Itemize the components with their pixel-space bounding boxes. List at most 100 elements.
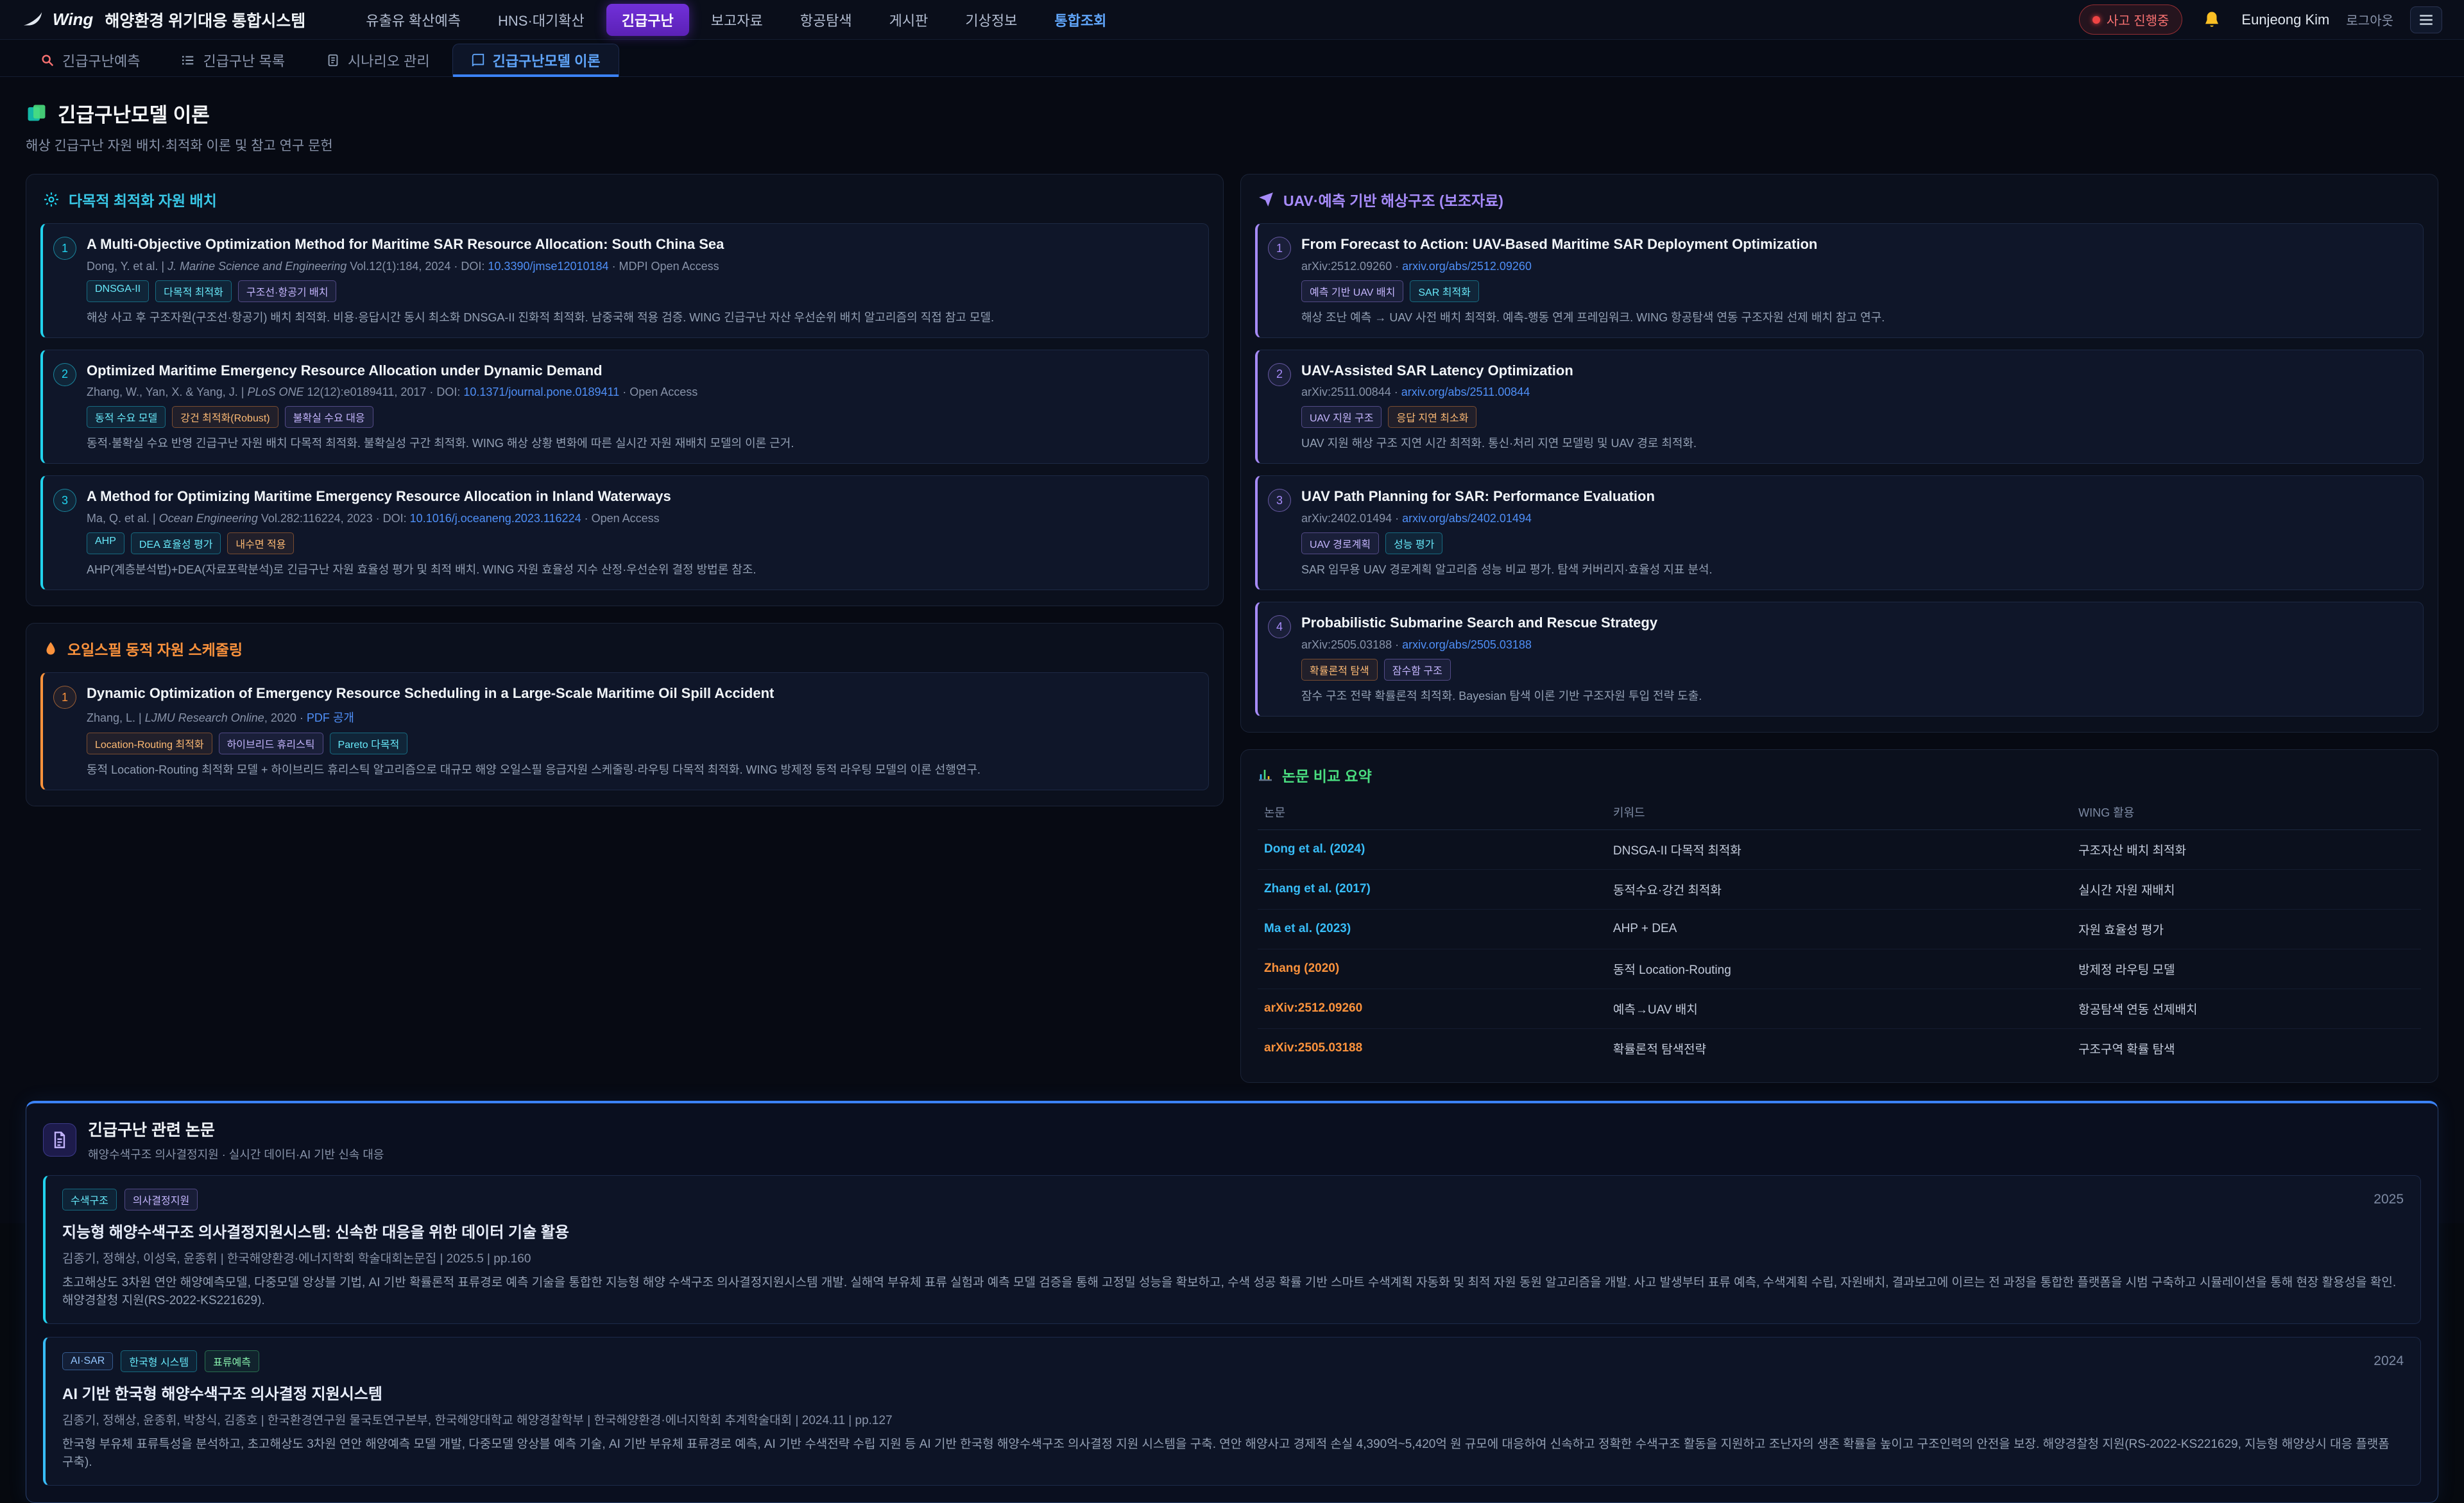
paper-tag: UAV 경로계획 xyxy=(1301,532,1379,554)
paper-card-arxiv-2512: 1 From Forecast to Action: UAV-Based Mar… xyxy=(1255,223,2424,338)
table-row: Zhang et al. (2017) 동적수요·강건 최적화 실시간 자원 재… xyxy=(1258,869,2421,909)
top-navbar: Wing 해양환경 위기대응 통합시스템 유출유 확산예측 HNS·대기확산 긴… xyxy=(0,0,2464,40)
user-name: Eunjeong Kim xyxy=(2241,12,2329,28)
paper-link[interactable]: Dong et al. (2024) xyxy=(1264,842,1365,856)
usage-cell: 구조자산 배치 최적화 xyxy=(2072,829,2421,869)
paper-tag: 동적 수요 모델 xyxy=(87,406,166,428)
page-header: 긴급구난모델 이론 해상 긴급구난 자원 배치·최적화 이론 및 참고 연구 문… xyxy=(0,77,2464,158)
gear-icon xyxy=(43,191,60,208)
nav-item-oil-spill[interactable]: 유출유 확산예측 xyxy=(350,4,476,36)
panel-uav-header: UAV·예측 기반 해상구조 (보조자료) xyxy=(1241,174,2438,219)
doi-link[interactable]: 10.3390/jmse12010184 xyxy=(488,260,608,273)
tag-row: UAV 지원 구조 응답 지연 최소화 xyxy=(1301,406,1697,428)
page-title: 긴급구난모델 이론 xyxy=(58,99,210,128)
nav-item-reports[interactable]: 보고자료 xyxy=(696,4,778,36)
tab-rescue-prediction[interactable]: 긴급구난예측 xyxy=(22,44,158,76)
comparison-table-wrap: 논문 키워드 WING 활용 Dong et al. (2024) DNSGA-… xyxy=(1241,795,2438,1082)
tab-label: 긴급구난모델 이론 xyxy=(493,50,601,71)
paper-meta-tail: · Open Access xyxy=(619,386,697,398)
paper-number-badge: 1 xyxy=(1268,237,1291,260)
panel-oil-spill-header: 오일스필 동적 자원 스케줄링 xyxy=(26,624,1223,668)
paper-meta: arXiv:2505.03188 · arxiv.org/abs/2505.03… xyxy=(1301,638,1702,652)
doi-link[interactable]: 10.1371/journal.pone.0189411 xyxy=(463,386,619,398)
paper-authors: Ma, Q. et al. | xyxy=(87,512,159,525)
arxiv-link[interactable]: arxiv.org/abs/2511.00844 xyxy=(1401,386,1530,398)
hamburger-menu-button[interactable] xyxy=(2410,6,2442,33)
panel-multi-objective: 다목적 최적화 자원 배치 1 A Multi-Objective Optimi… xyxy=(26,174,1224,606)
paper-title: A Method for Optimizing Maritime Emergen… xyxy=(87,488,756,506)
paper-venue: LJMU Research Online xyxy=(145,711,264,724)
paper-number-badge: 3 xyxy=(1268,489,1291,512)
nav-item-hns[interactable]: HNS·대기확산 xyxy=(483,4,600,36)
tab-scenario-management[interactable]: 시나리오 관리 xyxy=(307,44,449,76)
paper-tag: 표류예측 xyxy=(205,1350,259,1372)
clipboard-icon xyxy=(326,53,340,67)
paper-tag: 잠수함 구조 xyxy=(1384,659,1451,681)
paper-authors: 김종기, 정해상, 이성욱, 윤종휘 | 한국해양환경·에너지학회 학술대회논문… xyxy=(62,1249,2404,1266)
paper-tag: 확률론적 탐색 xyxy=(1301,659,1378,681)
nav-item-aerial-search[interactable]: 항공탐색 xyxy=(785,4,868,36)
panel-uav-sar: UAV·예측 기반 해상구조 (보조자료) 1 From Forecast to… xyxy=(1240,174,2438,733)
panel-comparison-header: 논문 비교 요약 xyxy=(1241,750,2438,795)
paper-title: Probabilistic Submarine Search and Rescu… xyxy=(1301,614,1702,633)
paper-link[interactable]: Zhang et al. (2017) xyxy=(1264,882,1371,896)
paper-title: Dynamic Optimization of Emergency Resour… xyxy=(87,684,980,703)
bell-icon xyxy=(2202,10,2221,30)
column-header-wing-usage: WING 활용 xyxy=(2072,795,2421,830)
tab-label: 긴급구난 목록 xyxy=(203,50,285,71)
doi-link[interactable]: 10.1016/j.oceaneng.2023.116224 xyxy=(410,512,581,525)
usage-cell: 자원 효율성 평가 xyxy=(2072,909,2421,949)
book-icon xyxy=(471,53,485,67)
paper-number-badge: 4 xyxy=(1268,615,1291,638)
paper-description: 해상 사고 후 구조자원(구조선·항공기) 배치 최적화. 비용·응답시간 동시… xyxy=(87,309,994,326)
app-logo[interactable]: Wing 해양환경 위기대응 통합시스템 xyxy=(22,8,305,31)
paper-description: 초고해상도 3차원 연안 해양예측모델, 다중모델 앙상블 기법, AI 기반 … xyxy=(62,1274,2404,1311)
arxiv-link[interactable]: arxiv.org/abs/2505.03188 xyxy=(1402,638,1532,651)
panel-oil-spill-scheduling: 오일스필 동적 자원 스케줄링 1 Dynamic Optimization o… xyxy=(26,623,1224,806)
paper-link[interactable]: arXiv:2505.03188 xyxy=(1264,1041,1362,1055)
arxiv-link[interactable]: arxiv.org/abs/2512.09260 xyxy=(1402,260,1532,273)
paper-authors: Zhang, L. | xyxy=(87,711,145,724)
related-paper-card-2024: AI·SAR 한국형 시스템 표류예측 2024 AI 기반 한국형 해양수색구… xyxy=(43,1337,2421,1486)
paper-authors: Dong, Y. et al. | xyxy=(87,260,167,273)
panel-multi-objective-header: 다목적 최적화 자원 배치 xyxy=(26,174,1223,219)
nav-item-weather[interactable]: 기상정보 xyxy=(950,4,1032,36)
paper-card-zhang-2020: 1 Dynamic Optimization of Emergency Reso… xyxy=(40,672,1209,790)
paper-tag: 불확실 수요 대응 xyxy=(285,406,373,428)
arxiv-id: arXiv:2512.09260 · xyxy=(1301,260,1402,273)
arxiv-id: arXiv:2511.00844 · xyxy=(1301,386,1401,398)
paper-tag: DEA 효율성 평가 xyxy=(131,532,221,554)
paper-card-ma-2023: 3 A Method for Optimizing Maritime Emerg… xyxy=(40,475,1209,590)
tab-label: 긴급구난예측 xyxy=(62,50,140,71)
nav-item-integrated-search[interactable]: 통합조회 xyxy=(1039,4,1122,36)
paper-card-zhang-2017: 2 Optimized Maritime Emergency Resource … xyxy=(40,350,1209,464)
table-row: Dong et al. (2024) DNSGA-II 다목적 최적화 구조자산… xyxy=(1258,829,2421,869)
tab-rescue-model-theory[interactable]: 긴급구난모델 이론 xyxy=(452,44,619,76)
paper-card-arxiv-2402: 3 UAV Path Planning for SAR: Performance… xyxy=(1255,475,2424,590)
tab-rescue-list[interactable]: 긴급구난 목록 xyxy=(162,44,304,76)
incident-status-badge: 사고 진행중 xyxy=(2079,4,2183,35)
paper-title: AI 기반 한국형 해양수색구조 의사결정 지원시스템 xyxy=(62,1381,2404,1404)
tag-row: DNSGA-II 다목적 최적화 구조선·항공기 배치 xyxy=(87,280,994,302)
paper-link[interactable]: arXiv:2512.09260 xyxy=(1264,1001,1362,1015)
paper-link[interactable]: Zhang (2020) xyxy=(1264,962,1339,975)
nav-item-board[interactable]: 게시판 xyxy=(874,4,944,36)
paper-year: 2024 xyxy=(2374,1354,2404,1369)
related-paper-tags-row: 수색구조 의사결정지원 2025 xyxy=(62,1189,2404,1210)
pdf-link[interactable]: PDF 공개 xyxy=(307,711,354,724)
app-title: 해양환경 위기대응 통합시스템 xyxy=(105,8,305,31)
paper-meta: arXiv:2402.01494 · arxiv.org/abs/2402.01… xyxy=(1301,512,1713,525)
paper-link[interactable]: Ma et al. (2023) xyxy=(1264,922,1351,935)
paper-authors: 김종기, 정해상, 윤종휘, 박창식, 김종호 | 한국환경연구원 물국토연구본… xyxy=(62,1411,2404,1428)
nav-item-emergency-rescue[interactable]: 긴급구난 xyxy=(606,4,689,36)
paper-title: A Multi-Objective Optimization Method fo… xyxy=(87,235,994,254)
arxiv-link[interactable]: arxiv.org/abs/2402.01494 xyxy=(1402,512,1532,525)
paper-tag: 예측 기반 UAV 배치 xyxy=(1301,280,1403,302)
tag-row: 예측 기반 UAV 배치 SAR 최적화 xyxy=(1301,280,1885,302)
paper-tag: 다목적 최적화 xyxy=(155,280,232,302)
logout-button[interactable]: 로그아웃 xyxy=(2346,10,2393,29)
usage-cell: 구조구역 확률 탐색 xyxy=(2072,1028,2421,1068)
notification-bell-button[interactable] xyxy=(2199,7,2225,33)
paper-meta: Zhang, W., Yan, X. & Yang, J. | PLoS ONE… xyxy=(87,386,794,399)
arxiv-id: arXiv:2402.01494 · xyxy=(1301,512,1402,525)
